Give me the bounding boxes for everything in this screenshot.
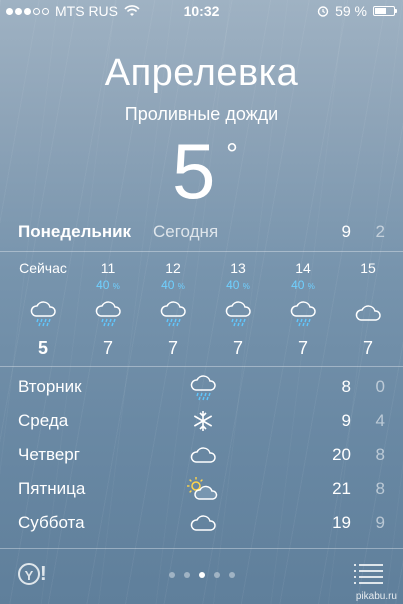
hourly-time: 12 xyxy=(165,260,181,276)
snowflake-icon xyxy=(186,406,220,436)
hourly-temp: 5 xyxy=(37,338,48,358)
precip-probability xyxy=(13,278,73,294)
hourly-temp: 7 xyxy=(362,338,373,358)
daily-row: Суббота 19 9 xyxy=(18,508,385,542)
precip-probability: 40 % xyxy=(291,278,315,292)
rain-cloud-icon xyxy=(208,296,268,330)
hourly-temp: 7 xyxy=(297,338,308,358)
rain-cloud-icon xyxy=(186,372,220,402)
day-high: 9 xyxy=(341,411,351,430)
city-list-icon[interactable] xyxy=(354,564,383,588)
daily-row: Вторник 8 0 xyxy=(18,372,385,406)
page-dot[interactable] xyxy=(228,572,235,578)
footer-divider xyxy=(0,548,403,549)
cloud-icon xyxy=(338,296,398,330)
day-low: 8 xyxy=(375,479,385,498)
rain-cloud-icon xyxy=(273,296,333,330)
page-indicator[interactable] xyxy=(0,572,403,578)
precip-probability xyxy=(338,278,398,294)
percent-sign: % xyxy=(307,282,315,291)
page-dot[interactable] xyxy=(168,572,175,578)
precip-probability: 40 % xyxy=(161,278,185,292)
hourly-time: 13 xyxy=(230,260,246,276)
weather-condition: Проливные дожди xyxy=(124,104,279,124)
hourly-forecast[interactable]: Сейчас 5 11 40 % 7 12 40 % 7 13 40 % 7 14 40 % 7 15 7 xyxy=(0,252,403,366)
day-low: 0 xyxy=(375,377,385,396)
daily-row: Четверг 20 8 xyxy=(18,440,385,474)
day-high: 8 xyxy=(341,377,351,396)
page-dot[interactable] xyxy=(198,572,205,578)
day-high: 19 xyxy=(332,513,351,532)
today-day-name: Понедельник xyxy=(18,222,132,241)
hourly-time: 11 xyxy=(100,260,116,276)
day-name: Пятница xyxy=(18,479,86,498)
alarm-clock-icon xyxy=(317,6,329,17)
hourly-time: 15 xyxy=(360,260,376,276)
hourly-time: Сейчас xyxy=(19,260,67,276)
today-low: 2 xyxy=(375,222,385,241)
percent-sign: % xyxy=(177,282,185,291)
cloud-icon xyxy=(186,508,220,538)
rain-cloud-icon xyxy=(78,296,138,330)
current-temperature: 5 xyxy=(172,127,216,215)
hourly-item: 11 40 % 7 xyxy=(78,252,138,359)
precip-probability: 40 % xyxy=(226,278,250,292)
rain-cloud-icon xyxy=(143,296,203,330)
today-summary-row: Понедельник Сегодня 9 2 xyxy=(18,222,385,246)
today-label: Сегодня xyxy=(153,222,219,241)
hourly-temp: 7 xyxy=(167,338,178,358)
sun-cloud-icon xyxy=(186,474,220,504)
day-high: 21 xyxy=(332,479,351,498)
watermark: pikabu.ru xyxy=(355,591,397,602)
hourly-item: 12 40 % 7 xyxy=(143,252,203,359)
battery-percent: 59 % xyxy=(335,3,367,19)
footer-bar: Y! xyxy=(0,558,403,598)
city-name: Апрелевка xyxy=(104,52,299,94)
hourly-temp: 7 xyxy=(232,338,243,358)
percent-sign: % xyxy=(112,282,120,291)
status-bar: MTS RUS 10:32 59 % xyxy=(0,0,403,22)
hourly-item: 15 7 xyxy=(338,252,398,359)
page-dot[interactable] xyxy=(213,572,220,578)
hourly-item: 13 40 % 7 xyxy=(208,252,268,359)
day-low: 9 xyxy=(375,513,385,532)
hourly-temp: 7 xyxy=(102,338,113,358)
status-right-group: 59 % xyxy=(317,3,397,19)
page-dot[interactable] xyxy=(183,572,190,578)
hourly-item: 14 40 % 7 xyxy=(273,252,333,359)
daily-forecast[interactable]: Вторник 8 0 Среда 9 4 Четверг 20 8 Пятница 21 8 Субб… xyxy=(18,372,385,542)
daily-row: Среда 9 4 xyxy=(18,406,385,440)
day-name: Четверг xyxy=(18,445,80,464)
day-name: Вторник xyxy=(18,377,82,396)
today-high: 9 xyxy=(341,222,351,241)
hourly-bottom-divider xyxy=(0,366,403,367)
rain-cloud-icon xyxy=(13,296,73,330)
day-name: Среда xyxy=(18,411,69,430)
percent-sign: % xyxy=(242,282,250,291)
battery-icon xyxy=(373,6,397,16)
day-high: 20 xyxy=(332,445,351,464)
hourly-time: 14 xyxy=(295,260,311,276)
cloud-icon xyxy=(186,440,220,470)
daily-row: Пятница 21 8 xyxy=(18,474,385,508)
hourly-item: Сейчас 5 xyxy=(13,252,73,359)
day-low: 8 xyxy=(375,445,385,464)
degree-symbol: ° xyxy=(226,138,238,171)
precip-probability: 40 % xyxy=(96,278,120,292)
day-name: Суббота xyxy=(18,513,85,532)
day-low: 4 xyxy=(375,411,385,430)
